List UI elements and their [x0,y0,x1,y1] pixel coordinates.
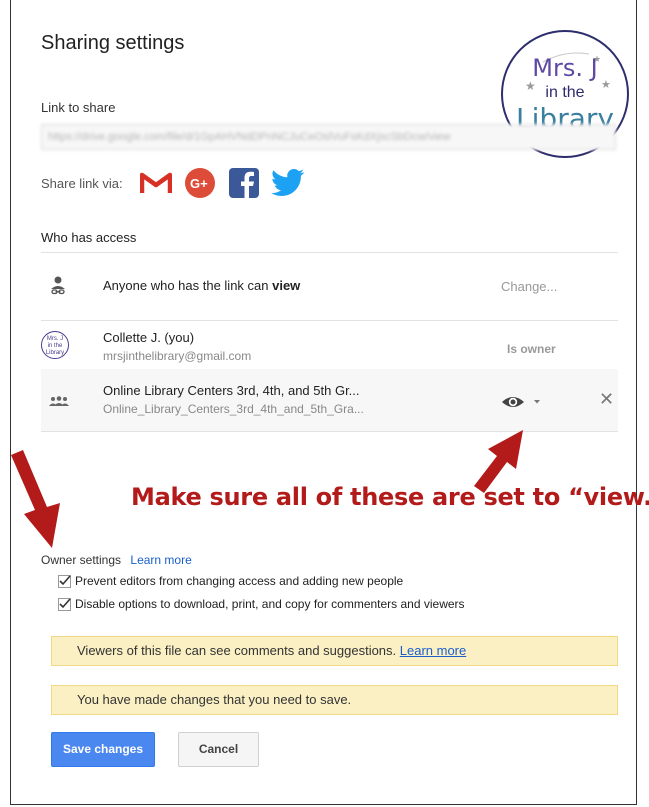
gmail-icon[interactable] [139,166,173,200]
option-disable-download-label: Disable options to download, print, and … [75,597,465,611]
twitter-icon[interactable] [270,166,305,200]
save-changes-button[interactable]: Save changes [51,732,155,767]
option-prevent-editors[interactable]: Prevent editors from changing access and… [58,574,403,588]
avatar-line-1: Mrs. J [46,336,64,342]
logo-line-1: Mrs. J [532,54,598,82]
owner-name: Collette J. (you) [103,330,195,345]
owner-settings-label: Owner settings [41,553,122,567]
annotation-text: Make sure all of these are set to “view.… [131,483,649,511]
access-row-link: Anyone who has the link can view Change.… [41,253,618,319]
unsaved-changes-notice: You have made changes that you need to s… [51,685,618,715]
google-plus-icon[interactable]: G+ [183,166,217,200]
viewers-notice-text: Viewers of this file can see comments an… [77,643,400,658]
who-has-access-label: Who has access [41,230,137,245]
sharing-dialog: Sharing settings ★ ★ ★ ★ Mrs. J in the L… [10,0,649,805]
change-link-access-button[interactable]: Change... [501,279,557,294]
dialog-title: Sharing settings [41,32,185,54]
svg-text:G+: G+ [190,176,208,191]
checkmark-icon [59,574,71,585]
unsaved-notice-text: You have made changes that you need to s… [77,692,352,707]
access-row-owner: Mrs. J in the Library Collette J. (you) … [41,321,618,366]
logo-line-2: in the [545,84,585,101]
option-disable-download[interactable]: Disable options to download, print, and … [58,597,465,611]
share-link-row: Share link via: G+ [41,166,315,200]
checkbox-disable-download[interactable] [58,597,71,611]
link-access-level: view [272,278,301,293]
option-prevent-editors-label: Prevent editors from changing access and… [75,574,404,588]
owner-email: mrsjinthelibrary@gmail.com [103,349,252,363]
viewers-notice-learn-more-link[interactable]: Learn more [400,643,466,658]
link-person-icon [49,275,67,302]
link-access-prefix: Anyone who has the link can [103,278,273,293]
share-link-field[interactable]: https://drive.google.com/file/d/1GpAHVNd… [41,124,616,150]
owner-settings: Owner settings Learn more [41,553,192,567]
link-to-share-label: Link to share [41,100,116,115]
avatar-line-2: in the [47,343,63,349]
share-via-label: Share link via: [41,175,123,191]
cancel-button[interactable]: Cancel [178,732,259,767]
link-access-text: Anyone who has the link can view [103,278,300,293]
checkmark-icon [59,597,71,608]
avatar-line-3: Library [45,350,65,356]
facebook-icon[interactable] [227,166,261,200]
annotation-arrows [11,430,523,548]
avatar: Mrs. J in the Library [41,331,69,359]
viewers-comments-notice: Viewers of this file can see comments an… [51,636,618,666]
owner-settings-learn-more-link[interactable]: Learn more [130,553,191,567]
owner-role: Is owner [507,342,556,356]
arrow-down-left-icon [11,450,60,548]
checkbox-prevent-editors[interactable] [58,574,71,588]
